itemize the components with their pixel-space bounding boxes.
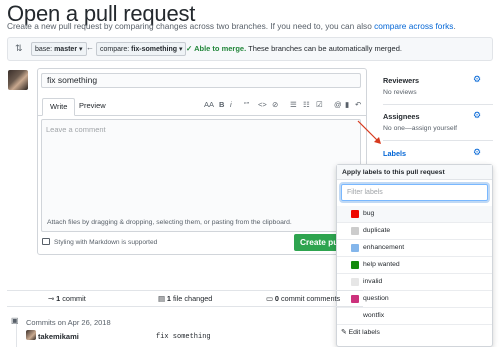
markdown-note: Styling with Markdown is supported (54, 239, 158, 246)
merge-status-rest: These branches can be automatically merg… (246, 44, 402, 53)
compare-value: fix-something (131, 46, 178, 53)
bookmark-icon[interactable]: ▮ (345, 100, 349, 109)
comment-icon: ▭ (266, 294, 275, 303)
subtitle-end: . (453, 21, 456, 31)
repo-icon: ▣ (11, 316, 19, 325)
label-item-bug[interactable]: bug (337, 206, 492, 223)
labels-title[interactable]: Labels (383, 149, 406, 158)
chevron-down-icon: ▾ (178, 46, 183, 53)
quote-icon[interactable]: “” (244, 100, 249, 109)
attach-files-hint[interactable]: Attach files by dragging & dropping, sel… (47, 219, 292, 226)
label-name: invalid (363, 278, 383, 285)
label-item-help-wanted[interactable]: help wanted (337, 257, 492, 274)
label-name: enhancement (363, 244, 405, 251)
files-label: file changed (170, 294, 213, 303)
compare-icon: ⇅ (15, 43, 23, 53)
assignees-title[interactable]: Assignees (383, 112, 420, 121)
label-name: help wanted (363, 261, 400, 268)
bulleted-list-icon[interactable]: ☰ (290, 100, 297, 109)
label-item-duplicate[interactable]: duplicate (337, 223, 492, 240)
sidebar-divider (383, 104, 493, 105)
label-swatch (351, 312, 359, 320)
label-item-enhancement[interactable]: enhancement (337, 240, 492, 257)
merge-status: ✓ Able to merge. These branches can be a… (186, 44, 402, 53)
commit-message[interactable]: fix something (156, 333, 211, 341)
task-list-icon[interactable]: ☑ (316, 100, 323, 109)
numbered-list-icon[interactable]: ☷ (303, 100, 310, 109)
chevron-down-icon: ▾ (79, 46, 83, 53)
base-label: base: (35, 46, 55, 53)
edit-labels-link[interactable]: ✎ Edit labels (337, 326, 492, 340)
label-item-invalid[interactable]: invalid (337, 274, 492, 291)
assignees-gear-icon[interactable]: ⚙ (473, 110, 481, 121)
label-swatch (351, 244, 359, 252)
label-name: wontfix (363, 312, 385, 319)
annotation-arrow-icon (357, 120, 381, 144)
sidebar-divider (383, 140, 493, 141)
label-name: duplicate (363, 227, 391, 234)
label-swatch (351, 261, 359, 269)
commits-tab[interactable]: ⊸ 1 commit (48, 294, 86, 303)
labels-popup-header: Apply labels to this pull request (337, 165, 492, 180)
label-swatch (351, 278, 359, 286)
header-icon[interactable]: AA (204, 100, 214, 109)
mention-icon[interactable]: @ (334, 100, 342, 109)
label-swatch (351, 210, 359, 218)
label-item-wontfix[interactable]: wontfix (337, 308, 492, 325)
avatar (8, 70, 28, 90)
bold-icon[interactable]: B (219, 100, 224, 109)
label-name: bug (363, 210, 375, 217)
code-icon[interactable]: <> (258, 100, 267, 109)
reply-icon[interactable]: ↶ (355, 100, 361, 109)
files-tab[interactable]: ▤ 1 file changed (158, 294, 212, 303)
label-swatch (351, 227, 359, 235)
comments-label: commit comments (278, 294, 341, 303)
filter-labels-input[interactable]: Filter labels (341, 184, 488, 201)
compare-label: compare: (100, 46, 132, 53)
italic-icon[interactable]: i (230, 100, 232, 109)
compare-branch-select[interactable]: compare: fix-something ▾ (96, 42, 187, 56)
commit-author[interactable]: takemikami (38, 332, 79, 341)
reviewers-value: No reviews (383, 89, 417, 96)
comment-placeholder: Leave a comment (46, 125, 106, 134)
reviewers-gear-icon[interactable]: ⚙ (473, 74, 481, 85)
subtitle-text: Create a new pull request by comparing c… (7, 21, 372, 31)
comment-textarea[interactable] (41, 119, 361, 232)
commit-avatar[interactable] (26, 330, 36, 340)
comments-tab[interactable]: ▭ 0 commit comments (266, 294, 340, 303)
tab-write[interactable]: Write (42, 98, 76, 116)
timeline-line (16, 323, 17, 347)
label-name: question (363, 295, 389, 302)
assignees-value[interactable]: No one—assign yourself (383, 125, 457, 132)
tab-preview[interactable]: Preview (72, 98, 113, 114)
labels-gear-icon[interactable]: ⚙ (473, 147, 481, 158)
link-icon[interactable]: ⊘ (272, 100, 278, 109)
page-subtitle: Create a new pull request by comparing c… (7, 21, 456, 31)
commits-date-header: Commits on Apr 26, 2018 (26, 318, 111, 327)
commits-label: commit (60, 294, 86, 303)
arrow-left-icon: ← (86, 43, 94, 52)
base-value: master (54, 46, 78, 53)
file-diff-icon: ▤ (158, 294, 167, 303)
merge-status-strong: ✓ Able to merge. (186, 44, 247, 53)
base-branch-select[interactable]: base: master ▾ (31, 42, 87, 56)
markdown-icon (42, 238, 50, 245)
pr-title-input[interactable]: fix something (41, 73, 361, 88)
commit-icon: ⊸ (48, 294, 57, 303)
reviewers-title[interactable]: Reviewers (383, 76, 419, 85)
compare-forks-link[interactable]: compare across forks (374, 21, 453, 31)
